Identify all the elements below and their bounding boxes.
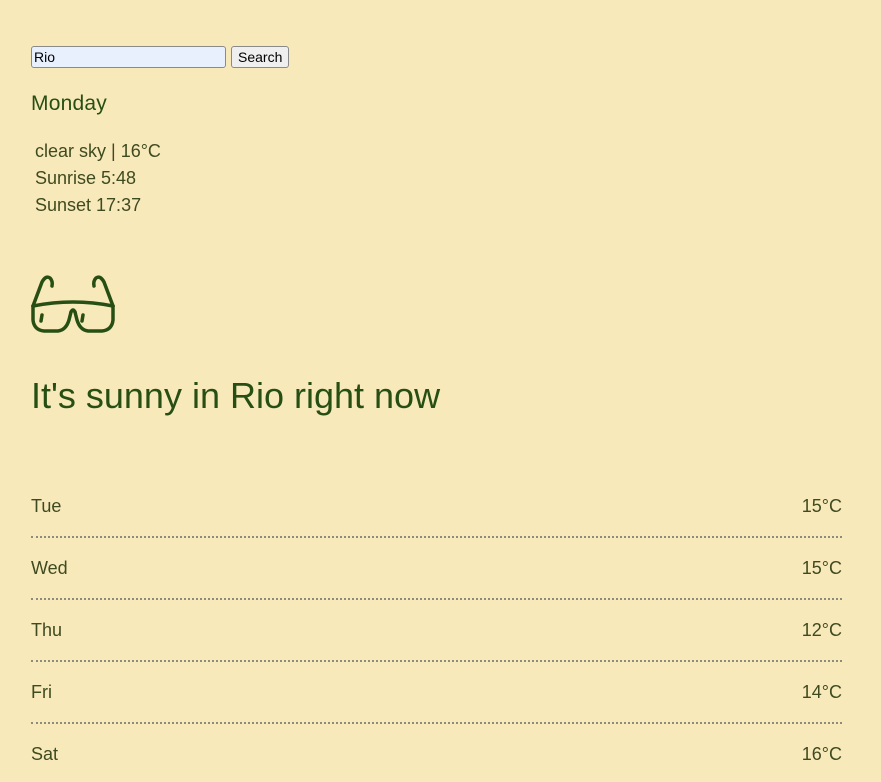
forecast-day: Fri — [31, 681, 52, 702]
current-day-title: Monday — [31, 92, 107, 115]
search-form: Search — [31, 46, 290, 68]
forecast-row: Tue 15°C — [31, 476, 842, 538]
forecast-temp: 15°C — [801, 557, 842, 578]
search-button[interactable]: Search — [231, 46, 290, 68]
forecast-row: Thu 12°C — [31, 600, 842, 662]
city-search-input[interactable] — [31, 46, 226, 68]
forecast-row: Wed 15°C — [31, 538, 842, 600]
forecast-day: Thu — [31, 619, 63, 640]
forecast-day: Sat — [31, 743, 59, 764]
current-weather-details: clear sky | 16°C Sunrise 5:48 Sunset 17:… — [35, 138, 161, 219]
weather-description: clear sky | 16°C — [35, 141, 161, 161]
forecast-temp: 15°C — [801, 495, 842, 516]
forecast-temp: 16°C — [801, 743, 842, 764]
forecast-list: Tue 15°C Wed 15°C Thu 12°C Fri 14°C Sat … — [31, 476, 842, 782]
forecast-day: Tue — [31, 495, 62, 516]
weather-headline: It's sunny in Rio right now — [31, 375, 441, 416]
sunglasses-icon — [31, 275, 115, 333]
weather-app: Search Monday clear sky | 16°C Sunrise 5… — [0, 0, 881, 782]
forecast-day: Wed — [31, 557, 68, 578]
forecast-row: Fri 14°C — [31, 662, 842, 724]
forecast-row: Sat 16°C — [31, 724, 842, 782]
forecast-temp: 12°C — [801, 619, 842, 640]
sunset-time: Sunset 17:37 — [35, 195, 142, 215]
forecast-temp: 14°C — [801, 681, 842, 702]
sunrise-time: Sunrise 5:48 — [35, 168, 137, 188]
